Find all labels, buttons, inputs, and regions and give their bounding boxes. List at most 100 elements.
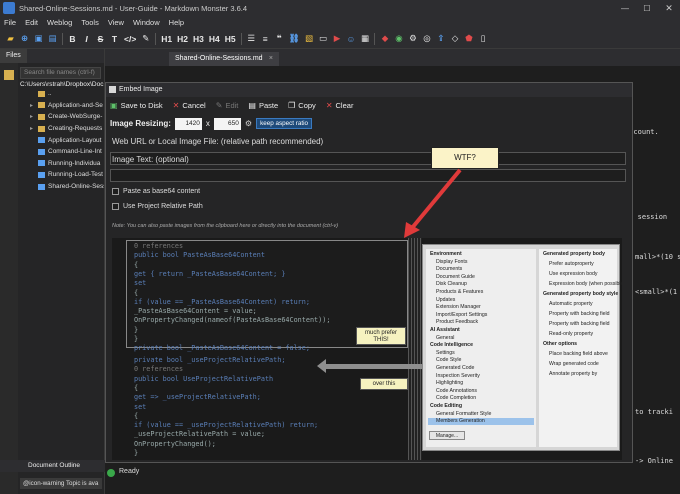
status-bar: Ready [105, 466, 680, 480]
h5-button[interactable]: H5 [225, 34, 236, 44]
settings-line: Expression body (when possible) [549, 281, 622, 287]
minimize-button[interactable]: — [614, 4, 636, 13]
code-block-icon[interactable]: ▭ [318, 33, 327, 44]
link-icon[interactable]: ⛓ [289, 33, 300, 44]
expand-arrow-icon[interactable]: ▸ [30, 125, 33, 132]
h4-button[interactable]: H4 [209, 34, 220, 44]
pdf-icon[interactable]: ▯ [478, 33, 487, 44]
code-line: private bool _useProjectRelativePath; [134, 356, 286, 364]
clear-button[interactable]: ✕ Clear [326, 101, 354, 110]
file-tree-label: .. [48, 90, 52, 98]
paste-base64-checkbox[interactable] [112, 188, 119, 195]
tab-files[interactable]: Files [0, 49, 27, 63]
open-folder-icon[interactable]: ▰ [6, 33, 15, 44]
settings-line: Display Fonts [436, 258, 468, 265]
expand-arrow-icon[interactable]: ▸ [30, 102, 33, 109]
strikethrough-button[interactable]: S [96, 34, 105, 44]
publish-icon[interactable]: ⇪ [436, 33, 445, 44]
callout-over-this: over this [360, 378, 408, 390]
code-line: set [134, 279, 147, 288]
inline-code-button[interactable]: </> [124, 34, 136, 44]
main-toolbar: ▰ ⊕ ▣ ▤ B I S T </> ✎ H1 H2 H3 H4 H5 ☰ ≡… [0, 29, 680, 49]
image-text-input[interactable] [110, 169, 626, 182]
settings-line: Generated Code [436, 365, 475, 371]
dialog-title: Embed Image [106, 83, 632, 97]
file-search-input[interactable]: Search file names (ctrl-f) [20, 67, 101, 79]
menu-file[interactable]: File [4, 18, 16, 27]
code-line: if (value == _useProjectRelativePath) re… [134, 421, 319, 430]
cancel-button[interactable]: ✕ Cancel [173, 101, 206, 110]
menu-edit[interactable]: Edit [25, 18, 38, 27]
code-line: 0 references [134, 365, 184, 374]
copy-button[interactable]: ❐ Copy [288, 101, 316, 110]
image-height-input[interactable]: 650 [213, 117, 241, 130]
toolbar-separator [240, 32, 242, 45]
save-to-disk-button[interactable]: ▣ Save to Disk [110, 101, 163, 110]
close-button[interactable]: ✕ [658, 3, 680, 14]
gear-icon[interactable]: ⚙ [245, 119, 252, 128]
html-icon[interactable]: ◇ [450, 33, 459, 44]
markdown-file-icon [38, 148, 45, 155]
maximize-button[interactable]: ☐ [636, 4, 658, 13]
text-format-button[interactable]: T [110, 34, 119, 44]
emoji-icon[interactable]: ☺ [346, 34, 356, 44]
paint-icon[interactable]: ✎ [141, 33, 150, 44]
settings-line: Document Guide [436, 273, 475, 280]
settings-line: Settings [436, 349, 455, 356]
menu-weblog[interactable]: Weblog [47, 18, 72, 27]
italic-button[interactable]: I [82, 34, 91, 44]
file-tree-label: Command-Line-Int [48, 148, 102, 156]
settings-line: Place backing field above [549, 351, 608, 357]
menu-window[interactable]: Window [133, 18, 160, 27]
favorites-icon[interactable] [4, 70, 14, 80]
use-relative-path-checkbox[interactable] [112, 203, 119, 210]
editor-text-fragment: to tracki [635, 408, 673, 416]
paste-base64-label: Paste as base64 content [123, 188, 201, 195]
file-tree-label: Creating-Requests [48, 125, 103, 133]
folder-icon [38, 125, 45, 132]
list-icon[interactable]: ☰ [247, 33, 256, 44]
image-resizing-row: Image Resizing: 1420 x 650 ⚙ keep aspect… [110, 117, 313, 130]
image-text-label: Image Text: (optional) [112, 155, 189, 164]
h1-button[interactable]: H1 [161, 34, 172, 44]
bold-button[interactable]: B [68, 34, 77, 44]
save-all-icon[interactable]: ▤ [48, 33, 57, 44]
menu-help[interactable]: Help [169, 18, 184, 27]
tab-close-icon[interactable]: × [269, 55, 273, 62]
use-relative-path-option[interactable]: Use Project Relative Path [112, 203, 203, 210]
image-resizing-label: Image Resizing: [110, 119, 171, 128]
menu-view[interactable]: View [108, 18, 124, 27]
youtube-icon[interactable]: ▶ [332, 33, 341, 44]
save-icon[interactable]: ▣ [34, 33, 43, 44]
git-icon[interactable]: ◆ [380, 33, 389, 44]
settings-line: Documents [436, 266, 463, 273]
preview-icon[interactable]: ◉ [394, 33, 403, 44]
new-document-icon[interactable]: ⊕ [20, 33, 29, 44]
menu-tools[interactable]: Tools [81, 18, 99, 27]
tab-shared-online-sessions[interactable]: Shared-Online-Sessions.md × [169, 52, 279, 66]
quote-icon[interactable]: ❝ [275, 33, 284, 44]
numbered-list-icon[interactable]: ≡ [261, 34, 270, 44]
settings-line: Property with backing field [549, 311, 610, 317]
folder-path[interactable]: C:\Users\rstrah\Dropbox\Doc [20, 81, 104, 88]
table-icon[interactable]: ▦ [360, 33, 369, 44]
h3-button[interactable]: H3 [193, 34, 204, 44]
editor-text-fragment: -> Online [635, 457, 673, 465]
editor-text-fragment: mall>*(10 s [635, 253, 680, 261]
edit-button[interactable]: ✎ Edit [216, 101, 239, 110]
paste-base64-option[interactable]: Paste as base64 content [112, 188, 200, 195]
edit-label: Edit [225, 100, 239, 110]
image-width-input[interactable]: 1420 [174, 117, 202, 130]
keep-aspect-ratio-button[interactable]: keep aspect ratio [256, 118, 313, 129]
paste-button[interactable]: ▤ Paste [248, 101, 278, 110]
image-icon[interactable]: ▧ [304, 33, 313, 44]
rss-icon[interactable]: ◎ [422, 33, 431, 44]
html5-icon[interactable]: ⬟ [464, 33, 473, 44]
settings-icon[interactable]: ⚙ [408, 33, 417, 44]
h2-button[interactable]: H2 [177, 34, 188, 44]
folder-icon [38, 102, 45, 109]
settings-line: Import/Export Settings [436, 311, 488, 318]
expand-arrow-icon[interactable]: ▸ [30, 113, 33, 120]
settings-line: Read-only property [549, 331, 594, 337]
document-outline-tab[interactable]: Document Outline [0, 460, 105, 472]
